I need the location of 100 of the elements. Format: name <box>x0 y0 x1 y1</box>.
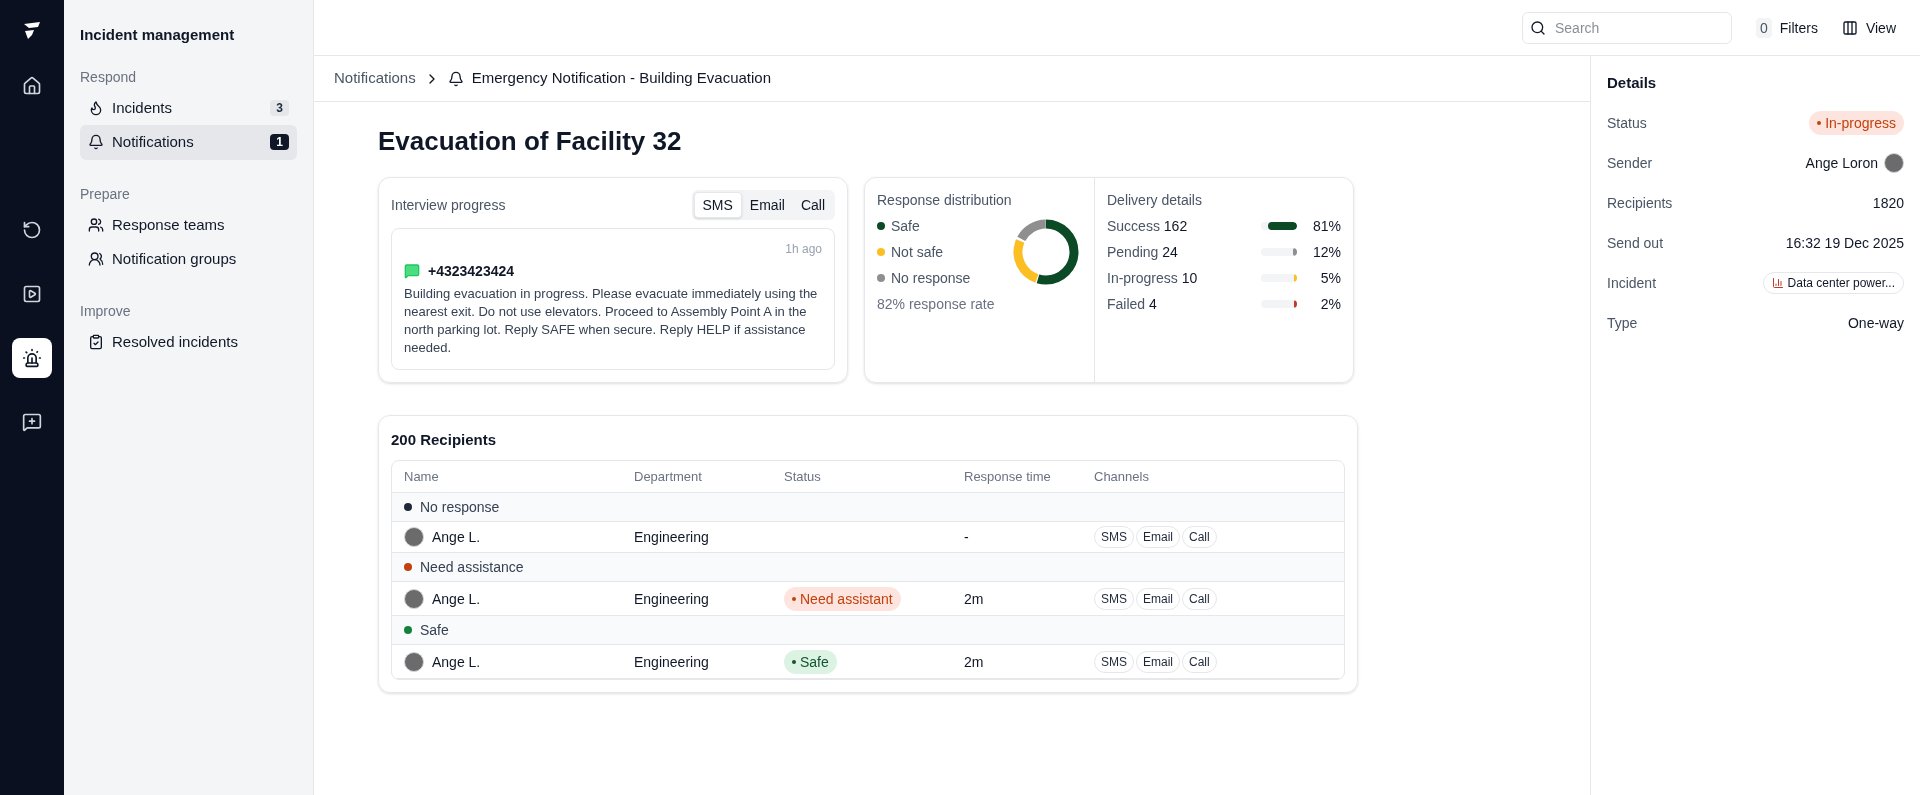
bell-icon <box>447 70 464 87</box>
group-label: No response <box>420 498 500 517</box>
group-label: Safe <box>420 621 449 640</box>
channel-tag: Call <box>1182 526 1217 548</box>
department-cell-text: Engineering <box>634 589 710 609</box>
time-cell-text: 2m <box>964 652 985 672</box>
play-icon <box>22 284 42 304</box>
flame-icon <box>88 99 104 116</box>
breadcrumb-current: Emergency Notification - Building Evacuation <box>471 68 772 89</box>
count-badge: 3 <box>270 99 289 116</box>
status-badge: Need assistant <box>784 587 901 611</box>
columns-icon <box>1841 19 1858 36</box>
sidebar-item[interactable]: Resolved incidents <box>80 324 297 359</box>
field-label: Incident <box>1607 273 1657 293</box>
column-header: Department <box>634 467 703 486</box>
delivery-label: In-progress 10 <box>1107 269 1199 288</box>
field-value: Ange Loron <box>1805 153 1878 173</box>
legend-label: Safe <box>891 217 920 236</box>
channel-tag: Call <box>1182 650 1217 673</box>
card-title: Delivery details <box>1107 191 1203 210</box>
channel-tab[interactable]: SMS <box>693 192 742 218</box>
chat-plus-icon <box>22 412 42 432</box>
channel-tag: SMS <box>1094 650 1134 673</box>
history-icon <box>22 220 42 240</box>
name-cell-text: Ange L. <box>432 652 481 672</box>
name-cell-text: Ange L. <box>432 589 481 609</box>
section-heading: Prepare <box>80 184 131 204</box>
channel-tab[interactable]: Call <box>792 192 833 218</box>
legend-label: Not safe <box>891 243 944 262</box>
message-sender: +4323423424 <box>428 262 515 281</box>
column-header: Channels <box>1094 467 1150 486</box>
column-header: Name <box>404 467 440 486</box>
channel-tag: Email <box>1136 526 1181 548</box>
field-label: Sender <box>1607 153 1653 173</box>
sidebar-item[interactable]: Notification groups <box>80 242 297 277</box>
view-button[interactable]: View <box>1841 17 1896 38</box>
home-icon <box>22 76 42 96</box>
channel-tag: Email <box>1136 587 1181 610</box>
field-label: Recipients <box>1607 193 1673 213</box>
search-field[interactable]: Search <box>1522 11 1732 44</box>
avatar <box>404 651 424 672</box>
page-title: Evacuation of Facility 32 <box>378 125 683 158</box>
channel-tag: SMS <box>1094 587 1134 610</box>
section-heading: Respond <box>80 67 138 87</box>
section-heading: Improve <box>80 301 132 321</box>
field-value: 1820 <box>1872 193 1904 213</box>
panel-title: Details <box>1607 73 1658 93</box>
rail-button[interactable] <box>12 338 52 378</box>
card-title: Interview progress <box>391 196 506 215</box>
delivery-label: Failed 4 <box>1107 295 1158 314</box>
legend-label: No response <box>891 269 971 288</box>
card-title: Response distribution <box>877 191 1013 210</box>
department-cell-text: Engineering <box>634 528 710 547</box>
channel-tag: SMS <box>1094 526 1134 548</box>
time-cell-text: 2m <box>964 589 985 609</box>
avatar <box>1884 152 1904 173</box>
time-cell-text: - <box>964 528 970 547</box>
status-badge: In-progress <box>1809 110 1904 135</box>
delivery-percent: 81% <box>1311 217 1341 236</box>
message-icon <box>404 263 420 279</box>
channel-tag: Call <box>1182 587 1217 610</box>
bar-chart-icon <box>1771 276 1784 289</box>
sidebar-title: Incident management <box>80 25 236 45</box>
count-badge: 1 <box>270 134 289 151</box>
delivery-label: Pending 24 <box>1107 243 1179 262</box>
column-header: Status <box>784 467 822 486</box>
clipboard-icon <box>88 333 104 350</box>
sidebar-item[interactable]: Response teams <box>80 207 297 242</box>
response-rate: 82% response rate <box>877 295 996 314</box>
section-title: 200 Recipients <box>391 430 497 448</box>
channel-tab[interactable]: Email <box>741 192 793 218</box>
message-text: Building evacuation in progress. Please evacuate immediately using the nearest exit. Do not use elevators. Proceed to Assembly Point A in the north parking lot. Reply SAFE when secure. Reply HELP if assistance needed. <box>404 285 819 357</box>
delivery-percent: 5% <box>1319 269 1341 288</box>
department-cell-text: Engineering <box>634 652 710 672</box>
breadcrumb-link[interactable]: Notifications <box>334 67 416 90</box>
field-label: Send out <box>1607 233 1664 253</box>
delivery-percent: 12% <box>1311 243 1341 262</box>
group-icon <box>88 251 104 268</box>
avatar <box>404 588 424 609</box>
field-value: One-way <box>1847 313 1904 333</box>
filters-button[interactable]: 0 Filters <box>1756 17 1818 38</box>
message-time: 1h ago <box>785 241 822 257</box>
delivery-percent: 2% <box>1319 295 1341 314</box>
field-label: Status <box>1607 113 1647 133</box>
channel-tag: Email <box>1136 650 1181 673</box>
users-icon <box>88 216 104 233</box>
bell-icon <box>88 134 104 151</box>
delivery-label: Success 162 <box>1107 217 1189 236</box>
name-cell-text: Ange L. <box>432 528 481 547</box>
siren-icon <box>22 348 42 368</box>
search-icon <box>1530 19 1546 36</box>
group-label: Need assistance <box>420 558 524 577</box>
filter-count: 0 <box>1756 17 1772 38</box>
field-value: 16:32 19 Dec 2025 <box>1785 233 1904 253</box>
avatar <box>404 527 424 547</box>
status-badge: Safe <box>784 650 837 674</box>
sidebar-item[interactable]: Incidents 3 <box>80 90 297 125</box>
field-label: Type <box>1607 313 1638 333</box>
column-header: Response time <box>964 467 1052 486</box>
sidebar-item[interactable]: Notifications 1 <box>80 125 297 160</box>
